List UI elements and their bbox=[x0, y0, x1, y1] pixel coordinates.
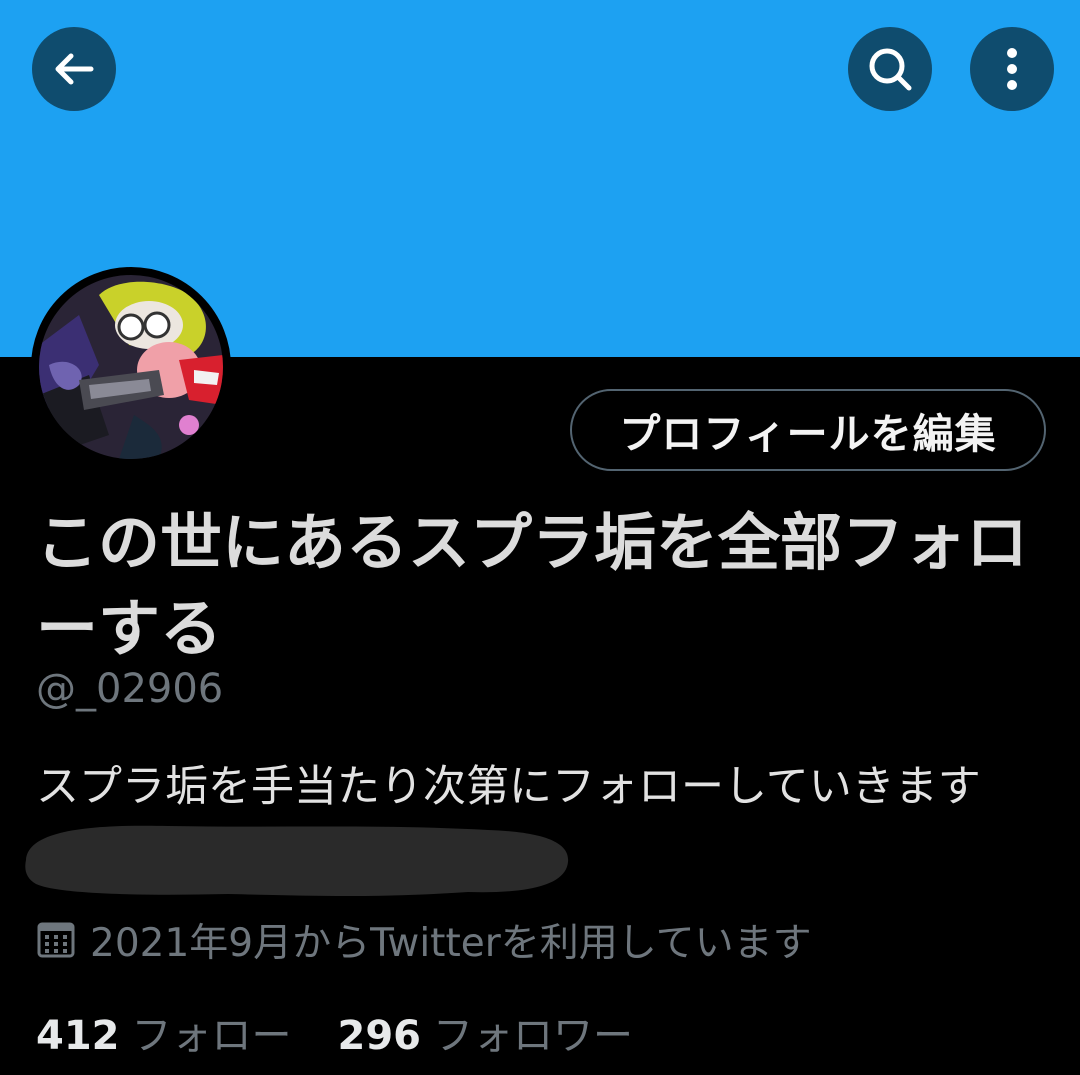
redacted-area bbox=[18, 818, 570, 898]
profile-bio: スプラ垢を手当たり次第にフォローしていきます bbox=[36, 762, 981, 812]
display-name: この世にあるスプラ垢を全部フォローする bbox=[36, 506, 1029, 665]
profile-page: プロフィールを編集 この世にあるスプラ垢を全部フォローする @_02906 スプ… bbox=[0, 0, 1080, 1075]
search-icon bbox=[865, 44, 915, 94]
followers-label: フォロワー bbox=[433, 1013, 633, 1059]
follow-stats: 412 フォロー 296 フォロワー bbox=[36, 1003, 679, 1061]
edit-profile-button[interactable]: プロフィールを編集 bbox=[570, 389, 1046, 471]
avatar[interactable] bbox=[31, 267, 231, 467]
more-vertical-icon bbox=[1002, 44, 1022, 94]
followers-link[interactable]: 296 フォロワー bbox=[338, 1003, 634, 1061]
calendar-icon bbox=[36, 920, 76, 960]
followers-count: 296 bbox=[337, 1013, 422, 1059]
following-label: フォロー bbox=[131, 1013, 292, 1059]
user-handle: @_02906 bbox=[36, 666, 224, 712]
following-link[interactable]: 412 フォロー bbox=[36, 1003, 292, 1061]
arrow-left-icon bbox=[51, 46, 97, 92]
search-button[interactable] bbox=[848, 27, 932, 111]
more-options-button[interactable] bbox=[970, 27, 1054, 111]
joined-text: 2021年9月からTwitterを利用しています bbox=[90, 921, 812, 966]
back-button[interactable] bbox=[32, 27, 116, 111]
following-count: 412 bbox=[36, 1013, 120, 1059]
joined-date: 2021年9月からTwitterを利用しています bbox=[36, 912, 812, 968]
